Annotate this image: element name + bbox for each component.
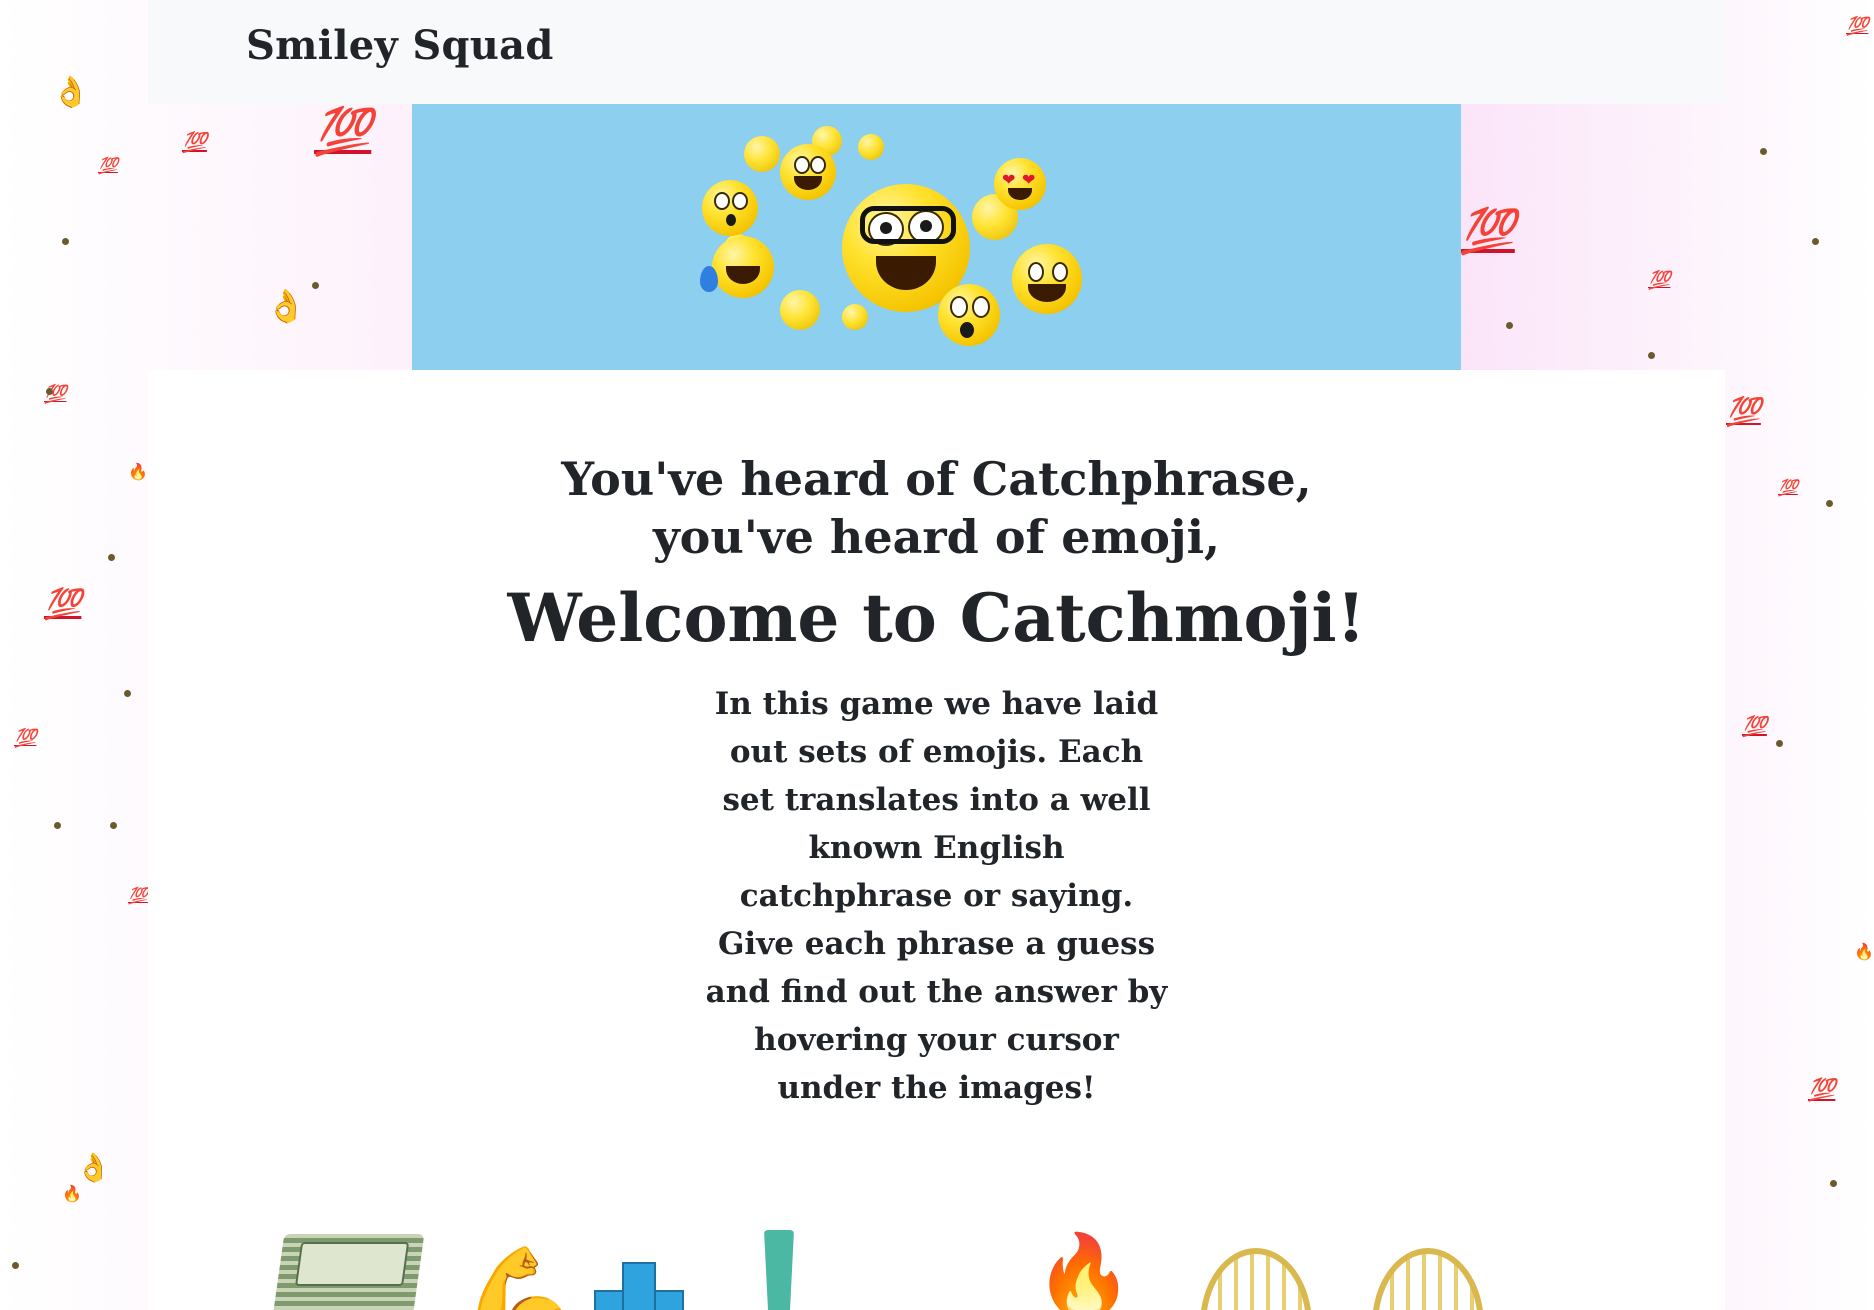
tears-of-joy-face-icon xyxy=(700,236,774,298)
emoji-ball xyxy=(744,136,780,172)
hundred-icon: 💯 xyxy=(1648,270,1671,291)
emoji-ball xyxy=(780,290,820,330)
dot-icon xyxy=(108,554,115,561)
dot-icon xyxy=(46,388,53,395)
welcome-title: Welcome to Catchmoji! xyxy=(507,579,1366,657)
dot-icon xyxy=(54,822,61,829)
fire-icon: 🔥 xyxy=(62,1184,82,1203)
hundred-icon: 💯 xyxy=(1808,1078,1836,1103)
navbar: Smiley Squad xyxy=(148,0,1725,104)
hundred-icon: 💯 xyxy=(1726,395,1761,428)
game-description: In this game we have laid out sets of em… xyxy=(705,686,1168,1106)
hundred-icon: 💯 xyxy=(128,886,148,905)
dot-icon xyxy=(1812,238,1819,245)
dot-icon xyxy=(124,690,131,697)
dot-icon xyxy=(110,822,117,829)
ok-hand-icon: 👌 xyxy=(52,75,90,110)
hundred-icon: 💯 xyxy=(314,104,372,158)
fire-icon: 🔥 xyxy=(1854,942,1874,961)
surprised-face-icon xyxy=(702,180,758,236)
hundred-icon: 💯 xyxy=(1742,714,1767,738)
emoji-puzzle-row: 💪 🔥 xyxy=(148,1230,1725,1310)
dot-icon xyxy=(1648,352,1655,359)
flexed-biceps-icon[interactable]: 💪 xyxy=(458,1250,583,1310)
plus-icon[interactable] xyxy=(594,1262,684,1310)
playground-slide-icon[interactable] xyxy=(1200,1248,1312,1310)
hundred-icon: 💯 xyxy=(182,130,207,154)
intro-heading: You've heard of Catchphrase, you've hear… xyxy=(148,450,1725,566)
playground-slide-icon[interactable] xyxy=(1372,1248,1484,1310)
dot-icon xyxy=(1776,740,1783,747)
hundred-icon: 💯 xyxy=(1460,206,1515,257)
intro-line-1: You've heard of Catchphrase, xyxy=(561,452,1312,506)
banner-image: ❤ ❤ xyxy=(412,104,1461,370)
dot-icon xyxy=(62,238,69,245)
heart-eyes-face-icon: ❤ ❤ xyxy=(994,158,1046,210)
emoji-ball xyxy=(842,304,868,330)
dot-icon xyxy=(1506,322,1513,329)
fire-icon: 🔥 xyxy=(128,462,148,481)
intro-section: You've heard of Catchphrase, you've hear… xyxy=(148,450,1725,1112)
grinning-face-icon xyxy=(780,144,836,200)
main-content: You've heard of Catchphrase, you've hear… xyxy=(148,370,1725,1310)
fire-icon[interactable]: 🔥 xyxy=(1034,1236,1134,1310)
hundred-icon: 💯 xyxy=(1846,16,1869,37)
astonished-face-icon xyxy=(938,284,1000,346)
dot-icon xyxy=(12,1262,19,1269)
dot-icon xyxy=(312,282,319,289)
intro-line-2: you've heard of emoji, xyxy=(652,510,1221,564)
money-icon[interactable] xyxy=(271,1234,425,1310)
dot-icon xyxy=(1830,1180,1837,1187)
dot-icon xyxy=(1760,148,1767,155)
happy-face-icon xyxy=(1012,244,1082,314)
emoji-ball xyxy=(858,134,884,160)
ok-hand-icon: 👌 xyxy=(76,1151,111,1184)
hundred-icon: 💯 xyxy=(14,728,37,749)
exclamation-icon[interactable] xyxy=(764,1230,794,1310)
hundred-icon: 💯 xyxy=(1778,478,1798,497)
dot-icon xyxy=(1826,500,1833,507)
hundred-icon: 💯 xyxy=(44,384,67,405)
ok-hand-icon: 👌 xyxy=(266,287,306,325)
hundred-icon: 💯 xyxy=(44,587,82,622)
brand-link[interactable]: Smiley Squad xyxy=(246,22,554,69)
hundred-icon: 💯 xyxy=(98,156,118,175)
